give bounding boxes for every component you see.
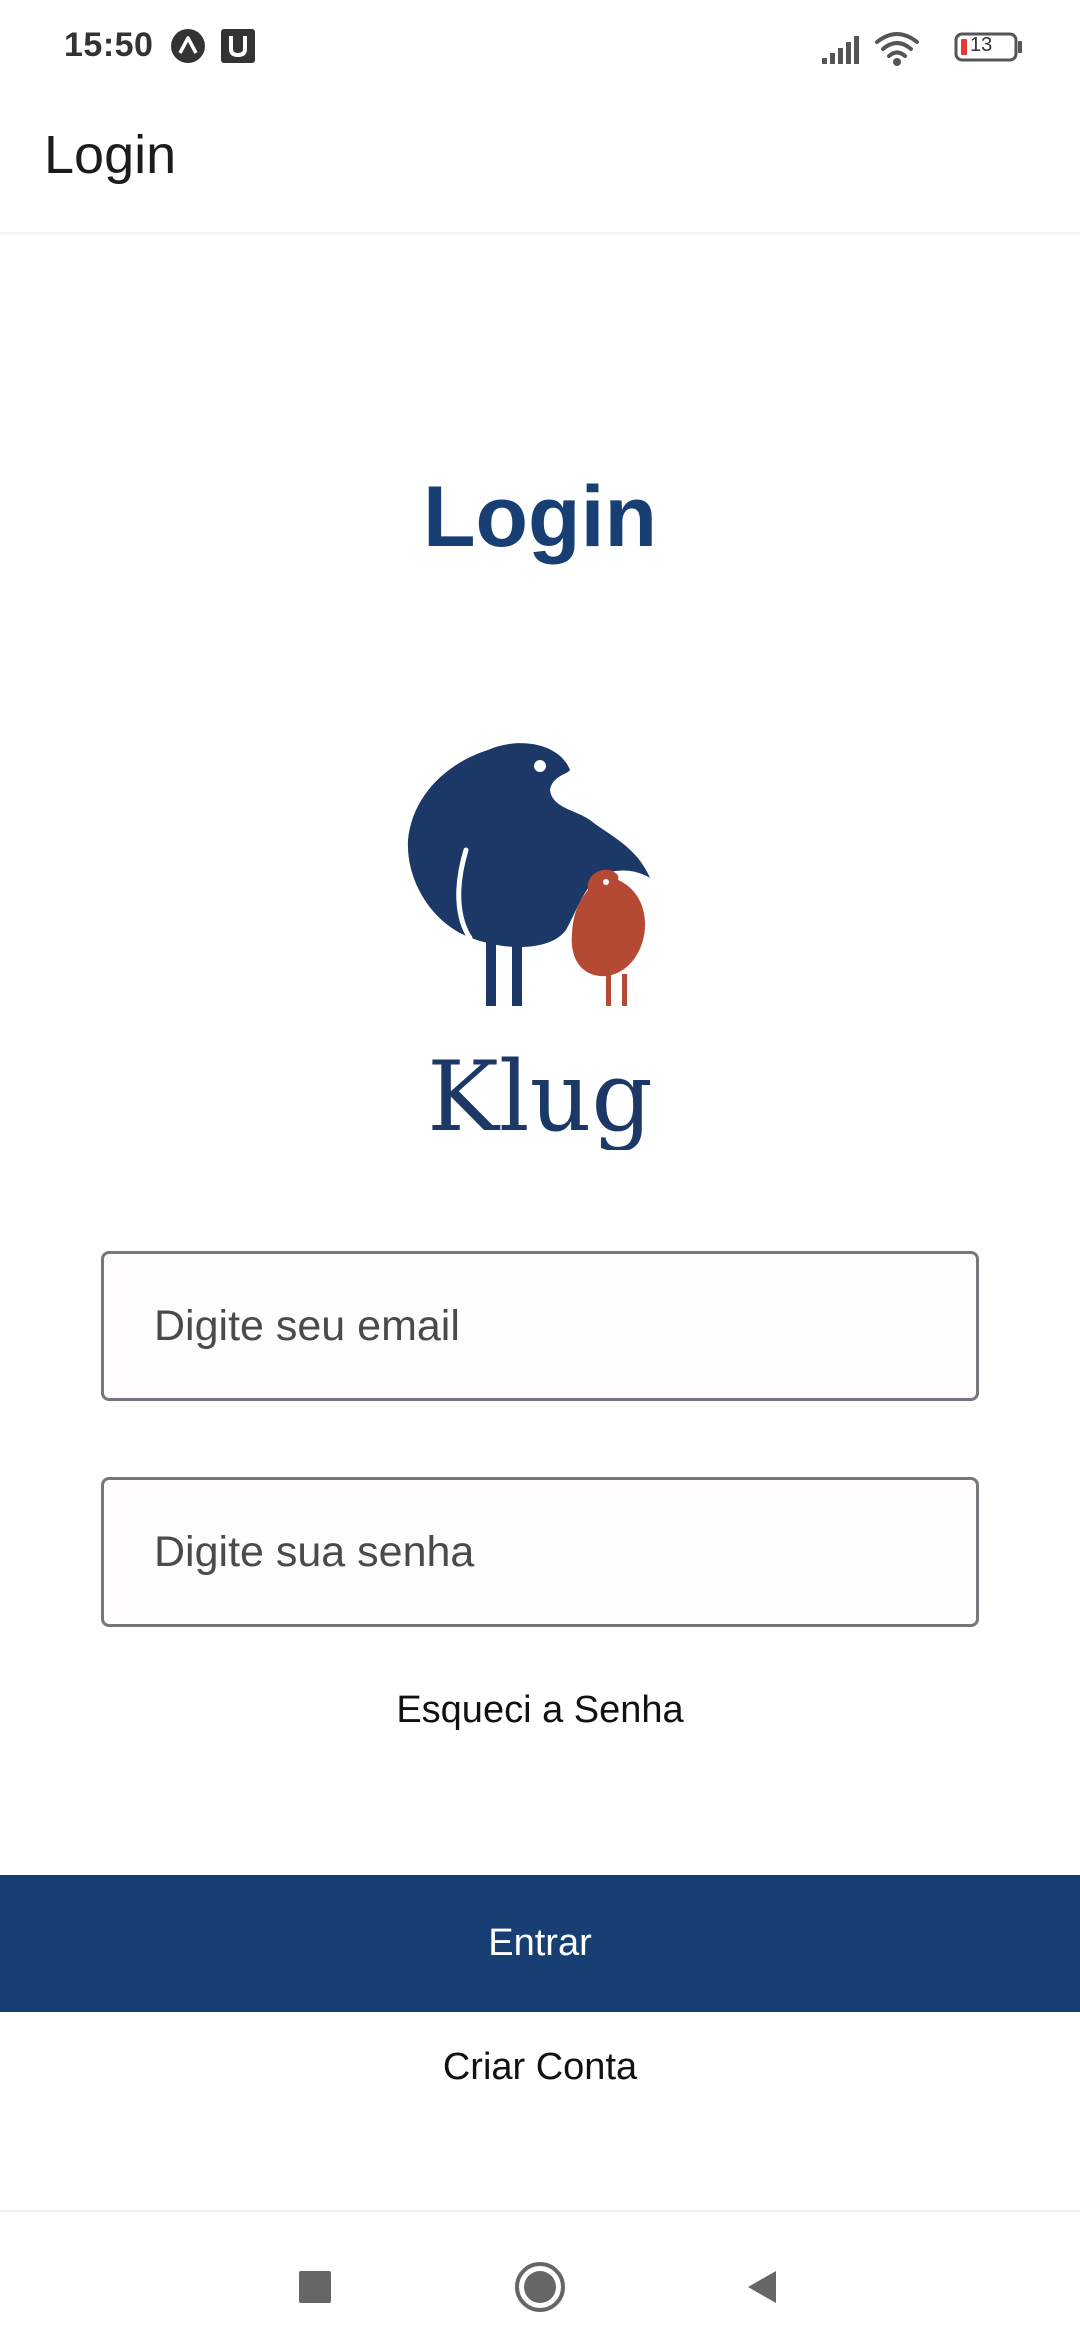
u-app-icon <box>221 29 255 63</box>
status-time: 15:50 <box>64 26 154 64</box>
signal-icon <box>822 36 859 64</box>
battery-icon: 13 <box>954 32 1024 62</box>
status-bar: 15:50 13 <box>0 0 1080 92</box>
app-bar-title: Login <box>44 125 177 185</box>
app-bar: Login <box>0 92 1080 234</box>
home-button[interactable] <box>505 2252 575 2322</box>
password-field-container <box>101 1477 979 1627</box>
enter-button[interactable]: Entrar <box>0 1875 1080 2012</box>
email-field[interactable] <box>154 1254 944 1398</box>
create-account-link[interactable]: Criar Conta <box>0 2046 1080 2089</box>
wifi-icon <box>875 32 919 66</box>
recents-icon <box>299 2271 331 2303</box>
back-button[interactable] <box>727 2252 797 2322</box>
email-field-container <box>101 1251 979 1401</box>
password-field[interactable] <box>154 1480 944 1624</box>
system-nav-bar <box>0 2210 1080 2342</box>
klug-logo: Klug <box>400 740 680 1153</box>
expo-icon <box>171 29 205 63</box>
battery-level: 13 <box>970 34 993 56</box>
logo-text: Klug <box>427 1041 653 1150</box>
back-icon <box>748 2271 776 2303</box>
recents-button[interactable] <box>280 2252 350 2322</box>
forgot-password-link[interactable]: Esqueci a Senha <box>0 1689 1080 1732</box>
home-icon <box>515 2262 565 2312</box>
page-title: Login <box>422 469 658 565</box>
